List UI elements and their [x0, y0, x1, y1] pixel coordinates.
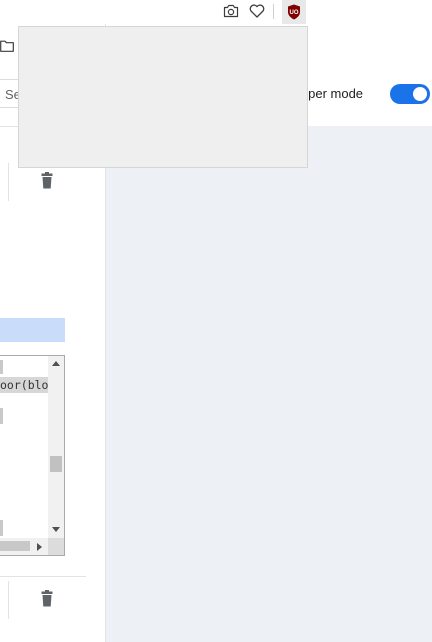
folder-icon[interactable] [0, 37, 14, 52]
browser-toolbar: UO [0, 0, 432, 24]
selected-list-item[interactable] [0, 318, 65, 342]
gutter-marker [0, 520, 3, 536]
ublock-origin-button[interactable]: UO [282, 0, 306, 24]
vertical-scrollbar[interactable] [48, 356, 64, 538]
horizontal-scroll-thumb[interactable] [0, 541, 30, 551]
toggle-knob [413, 87, 427, 101]
developer-mode-toggle[interactable] [390, 84, 430, 104]
heart-icon[interactable] [249, 3, 265, 19]
ublock-logo-text: UO [290, 10, 299, 16]
gutter-marker [0, 360, 3, 374]
card-divider [0, 576, 86, 577]
gutter-marker [0, 408, 3, 424]
delete-icon[interactable] [39, 172, 55, 190]
card-action-divider [8, 581, 9, 619]
ublock-origin-icon: UO [288, 4, 300, 20]
card-action-divider [8, 163, 9, 201]
scroll-down-arrow-icon[interactable] [52, 527, 60, 532]
code-editor[interactable]: oor(blo [0, 355, 65, 556]
camera-icon[interactable] [223, 3, 239, 19]
vertical-scroll-thumb[interactable] [50, 456, 62, 472]
extension-popup[interactable] [18, 26, 308, 168]
scrollbar-corner [48, 538, 64, 555]
content-panel [106, 126, 432, 642]
scroll-up-arrow-icon[interactable] [52, 361, 60, 366]
toolbar-divider [273, 4, 274, 19]
code-line: oor(blo [0, 378, 48, 392]
scroll-right-arrow-icon[interactable] [37, 543, 42, 551]
delete-icon[interactable] [39, 590, 55, 608]
horizontal-scrollbar[interactable] [0, 538, 48, 555]
